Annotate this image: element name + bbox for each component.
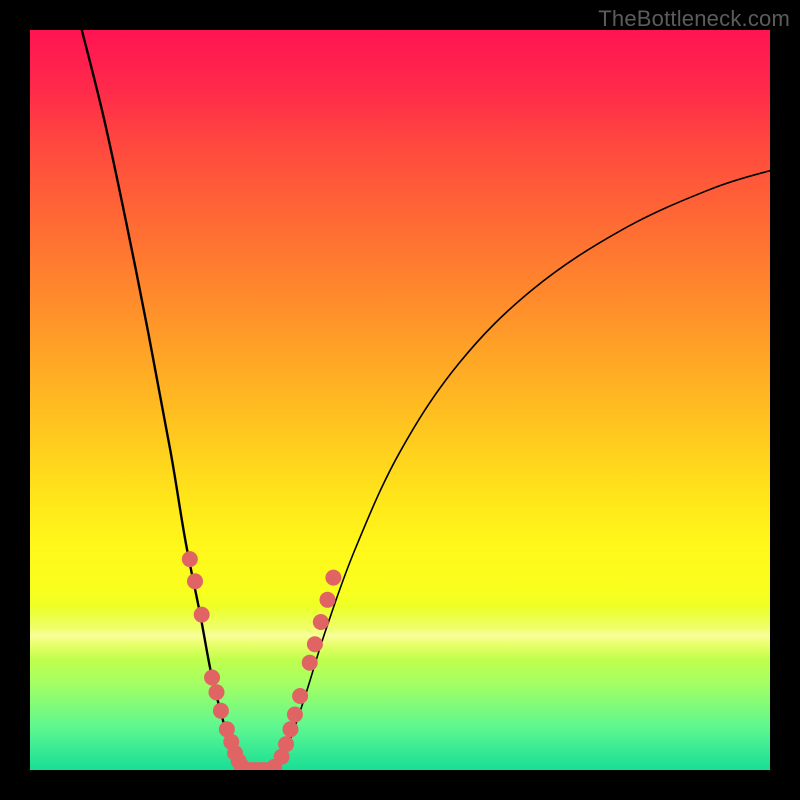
dots-layer [182, 551, 342, 770]
chart-frame: TheBottleneck.com [0, 0, 800, 800]
dots-right-point [313, 614, 329, 630]
dots-right-point [307, 636, 323, 652]
watermark-text: TheBottleneck.com [598, 6, 790, 32]
dots-right-point [292, 688, 308, 704]
dots-right-point [287, 707, 303, 723]
dots-right-point [319, 592, 335, 608]
plot-area [30, 30, 770, 770]
dots-left-point [204, 670, 220, 686]
chart-svg [30, 30, 770, 770]
dots-left-point [208, 684, 224, 700]
curve-descending [82, 30, 245, 770]
dots-right-point [325, 570, 341, 586]
dots-right-point [282, 721, 298, 737]
curves-layer [82, 30, 770, 770]
dots-right-point [278, 736, 294, 752]
dots-left-point [194, 607, 210, 623]
curve-ascending [274, 171, 770, 770]
dots-left-point [182, 551, 198, 567]
dots-right-point [302, 655, 318, 671]
dots-left-point [187, 573, 203, 589]
dots-left-point [213, 703, 229, 719]
